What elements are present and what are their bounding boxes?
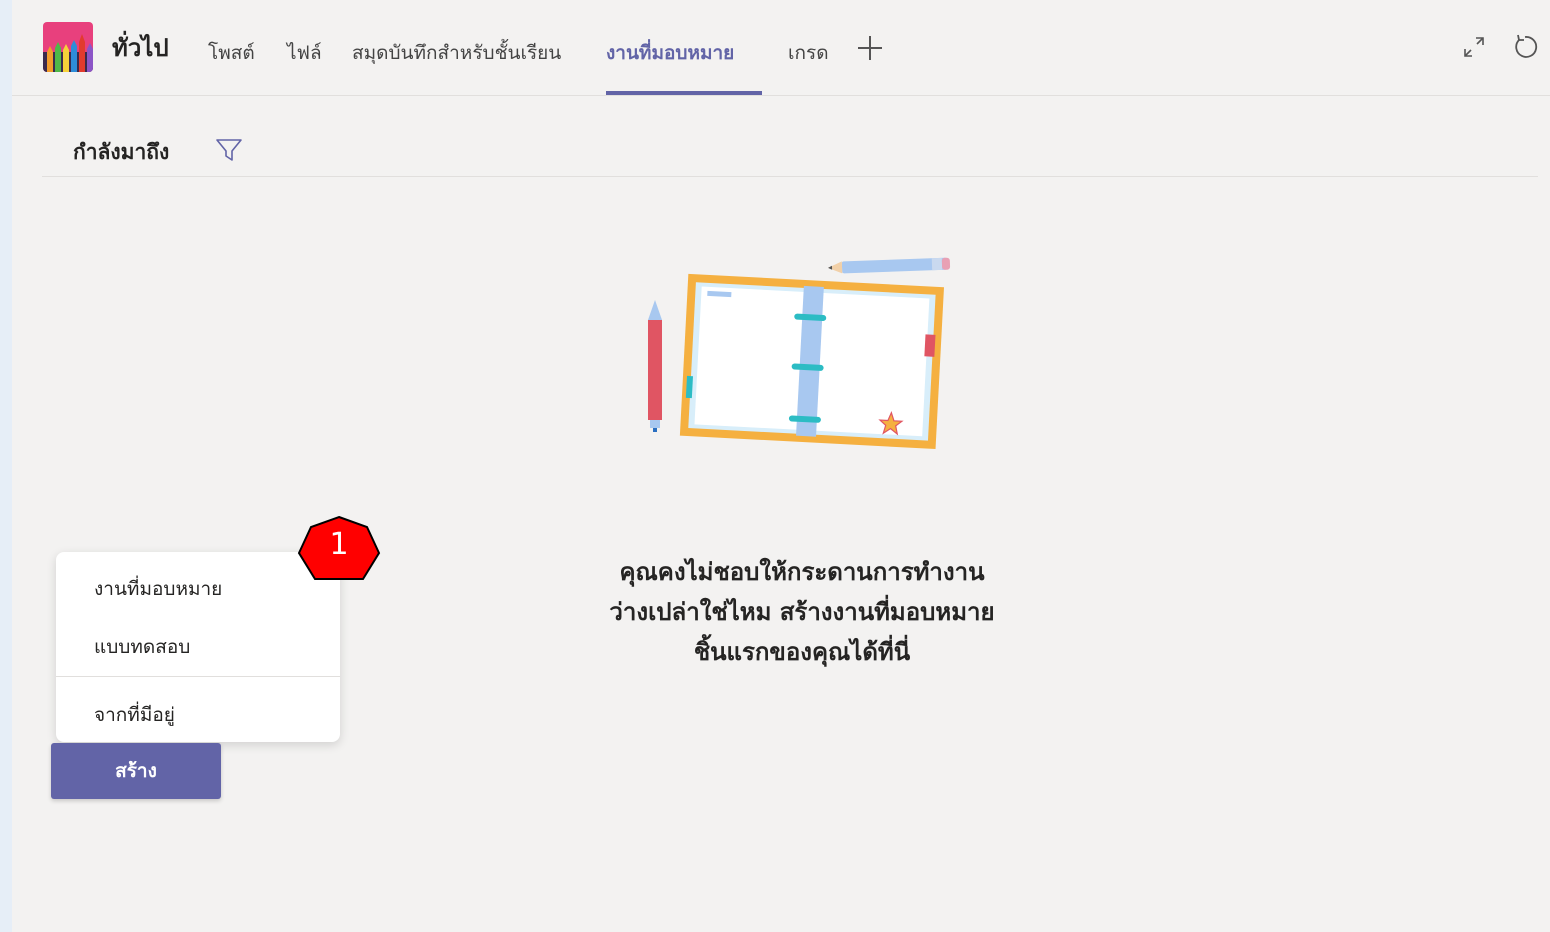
team-logo [43, 22, 93, 72]
callout-number: 1 [329, 527, 349, 562]
refresh-icon [1515, 34, 1538, 58]
empty-planner-illustration [632, 252, 972, 467]
tab-posts[interactable]: โพสต์ [208, 38, 255, 68]
filter-bar: กำลังมาถึง [42, 110, 1538, 177]
empty-state-message: คุณคงไม่ชอบให้กระดานการทำงาน ว่างเปล่าใช… [542, 552, 1062, 672]
plus-icon [858, 36, 882, 60]
tab-class-notebook[interactable]: สมุดบันทึกสำหรับชั้นเรียน [352, 38, 561, 68]
upcoming-label: กำลังมาถึง [73, 140, 170, 164]
empty-message-line-1: คุณคงไม่ชอบให้กระดานการทำงาน [619, 558, 985, 586]
menu-item-assignment[interactable]: งานที่มอบหมาย [94, 574, 222, 604]
assignments-panel: ทั่วไป โพสต์ ไฟล์ สมุดบันทึกสำหรับชั้นเร… [12, 0, 1550, 932]
refresh-button[interactable] [1510, 32, 1540, 62]
tab-files[interactable]: ไฟล์ [287, 38, 322, 68]
tab-grades[interactable]: เกรด [788, 38, 829, 68]
expand-button[interactable] [1459, 32, 1489, 62]
filter-button[interactable] [214, 136, 244, 164]
active-tab-indicator [606, 91, 762, 95]
tab-assignments[interactable]: งานที่มอบหมาย [606, 38, 734, 68]
menu-item-from-existing[interactable]: จากที่มีอยู่ [94, 700, 175, 730]
menu-item-quiz[interactable]: แบบทดสอบ [94, 632, 190, 662]
empty-message-line-2: ว่างเปล่าใช่ไหม สร้างงานที่มอบหมาย [609, 598, 995, 626]
menu-divider [56, 676, 340, 677]
create-button[interactable]: สร้าง [51, 743, 221, 799]
open-planner-icon [648, 257, 951, 450]
add-tab-button[interactable] [852, 30, 888, 66]
channel-header: ทั่วไป โพสต์ ไฟล์ สมุดบันทึกสำหรับชั้นเร… [12, 0, 1550, 96]
colored-pencils-logo-icon [43, 22, 93, 72]
filter-icon [216, 139, 242, 161]
empty-message-line-3: ชิ้นแรกของคุณได้ที่นี่ [693, 638, 911, 666]
expand-icon [1464, 37, 1484, 57]
step-callout: 1 [297, 515, 381, 587]
channel-title: ทั่วไป [112, 34, 169, 62]
